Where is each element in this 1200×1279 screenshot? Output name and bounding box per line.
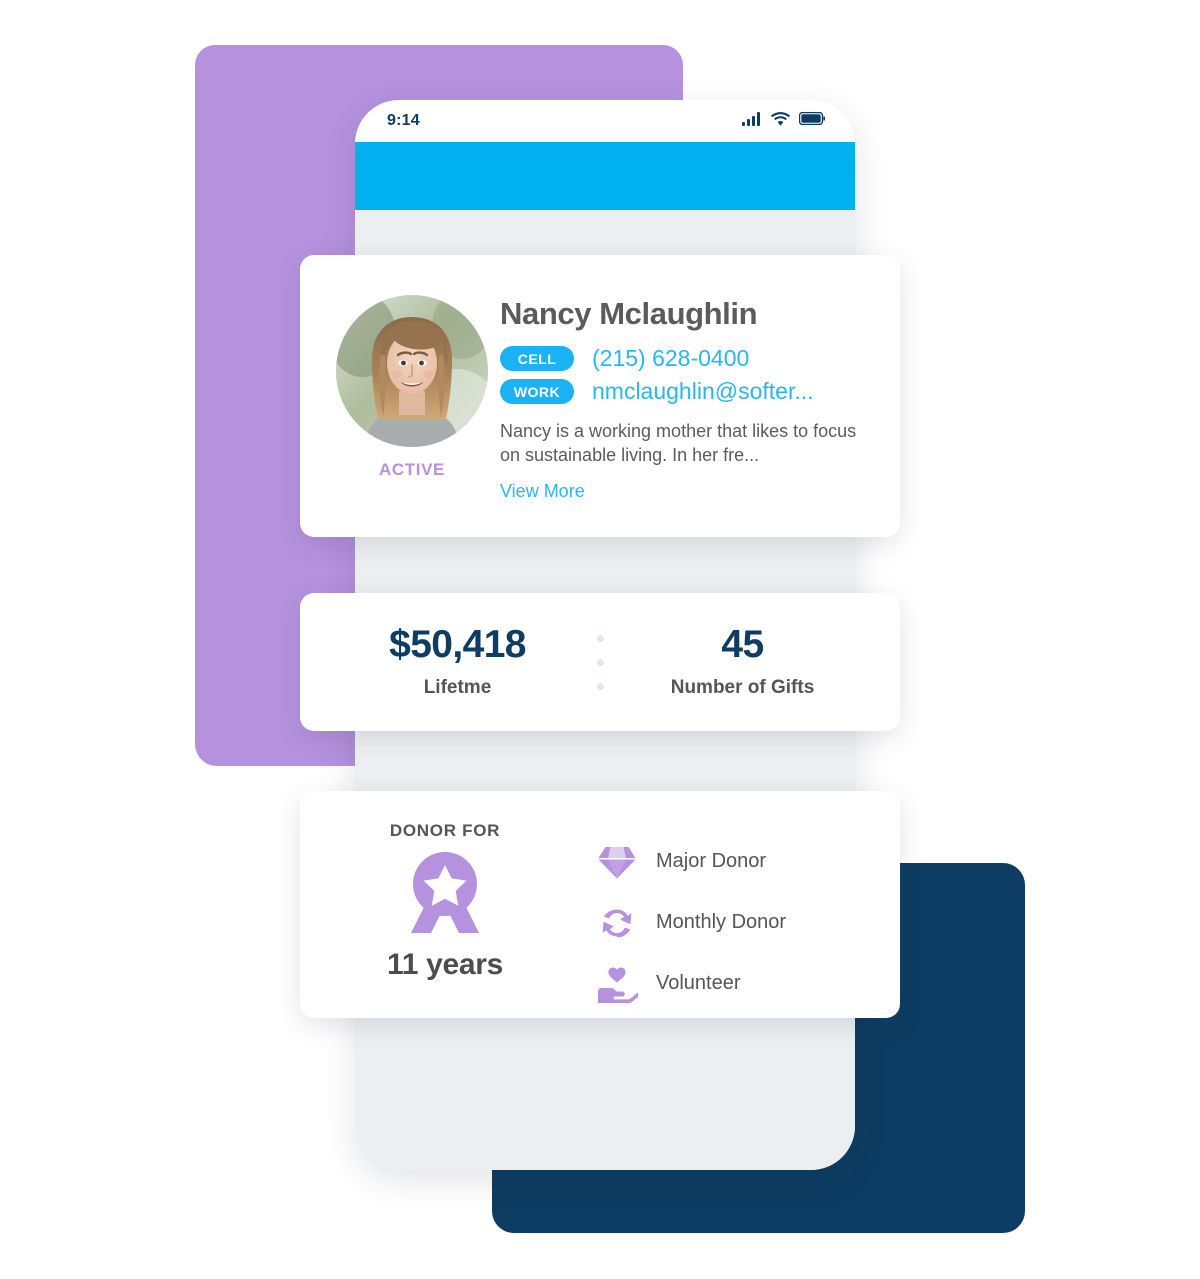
email-link[interactable]: nmclaughlin@softer...	[592, 378, 814, 405]
donor-badges-card: DONOR FOR 11 years Major Donor Monthly D…	[300, 791, 900, 1018]
diamond-icon	[590, 844, 644, 880]
contact-row-cell: CELL (215) 628-0400	[500, 345, 864, 372]
stat-lifetime: $50,418 Lifetme	[320, 625, 595, 699]
stat-gifts-value: 45	[721, 623, 764, 666]
list-item-label: Major Donor	[656, 850, 767, 872]
award-ribbon-wrap	[300, 849, 590, 942]
list-item-label: Volunteer	[656, 972, 741, 994]
donor-years-value: 11 years	[386, 948, 504, 981]
stat-gifts-label: Number of Gifts	[670, 677, 815, 698]
app-header-banner	[355, 142, 855, 210]
profile-details: Nancy Mclaughlin CELL (215) 628-0400 WOR…	[500, 295, 864, 502]
stats-card: $50,418 Lifetme 45 Number of Gifts	[300, 593, 900, 731]
list-item-label: Monthly Donor	[656, 911, 787, 933]
donor-for-section: DONOR FOR 11 years	[300, 821, 590, 1018]
status-bar-icons	[742, 111, 825, 131]
view-more-link[interactable]: View More	[500, 481, 585, 502]
contact-tag-cell: CELL	[500, 346, 574, 372]
donor-for-title: DONOR FOR	[389, 821, 501, 840]
signal-icon	[742, 111, 762, 131]
avatar-column: ACTIVE	[324, 295, 500, 502]
list-item: Monthly Donor	[590, 892, 900, 953]
award-ribbon-icon	[398, 849, 492, 942]
stats-dot-divider	[595, 634, 605, 690]
status-badge: ACTIVE	[379, 460, 445, 479]
avatar	[336, 295, 488, 447]
donor-attributes-list: Major Donor Monthly Donor Volunteer	[590, 821, 900, 1018]
status-bar-time: 9:14	[387, 112, 420, 129]
bio-text: Nancy is a working mother that likes to …	[500, 421, 857, 465]
wifi-icon	[771, 111, 790, 131]
stat-lifetime-value: $50,418	[389, 623, 526, 666]
battery-icon	[798, 111, 825, 130]
list-item: Major Donor	[590, 831, 900, 892]
contact-row-work: WORK nmclaughlin@softer...	[500, 378, 864, 405]
hand-heart-icon	[590, 965, 644, 1003]
page-title: Nancy Mclaughlin	[500, 296, 758, 331]
refresh-cycle-icon	[590, 905, 644, 941]
profile-card: ACTIVE Nancy Mclaughlin CELL (215) 628-0…	[300, 255, 900, 537]
stat-lifetime-label: Lifetme	[423, 677, 492, 698]
phone-link[interactable]: (215) 628-0400	[592, 345, 749, 372]
contact-tag-work: WORK	[500, 379, 574, 405]
list-item: Volunteer	[590, 953, 900, 1014]
status-bar: 9:14	[355, 100, 855, 142]
stat-number-of-gifts: 45 Number of Gifts	[605, 625, 880, 699]
